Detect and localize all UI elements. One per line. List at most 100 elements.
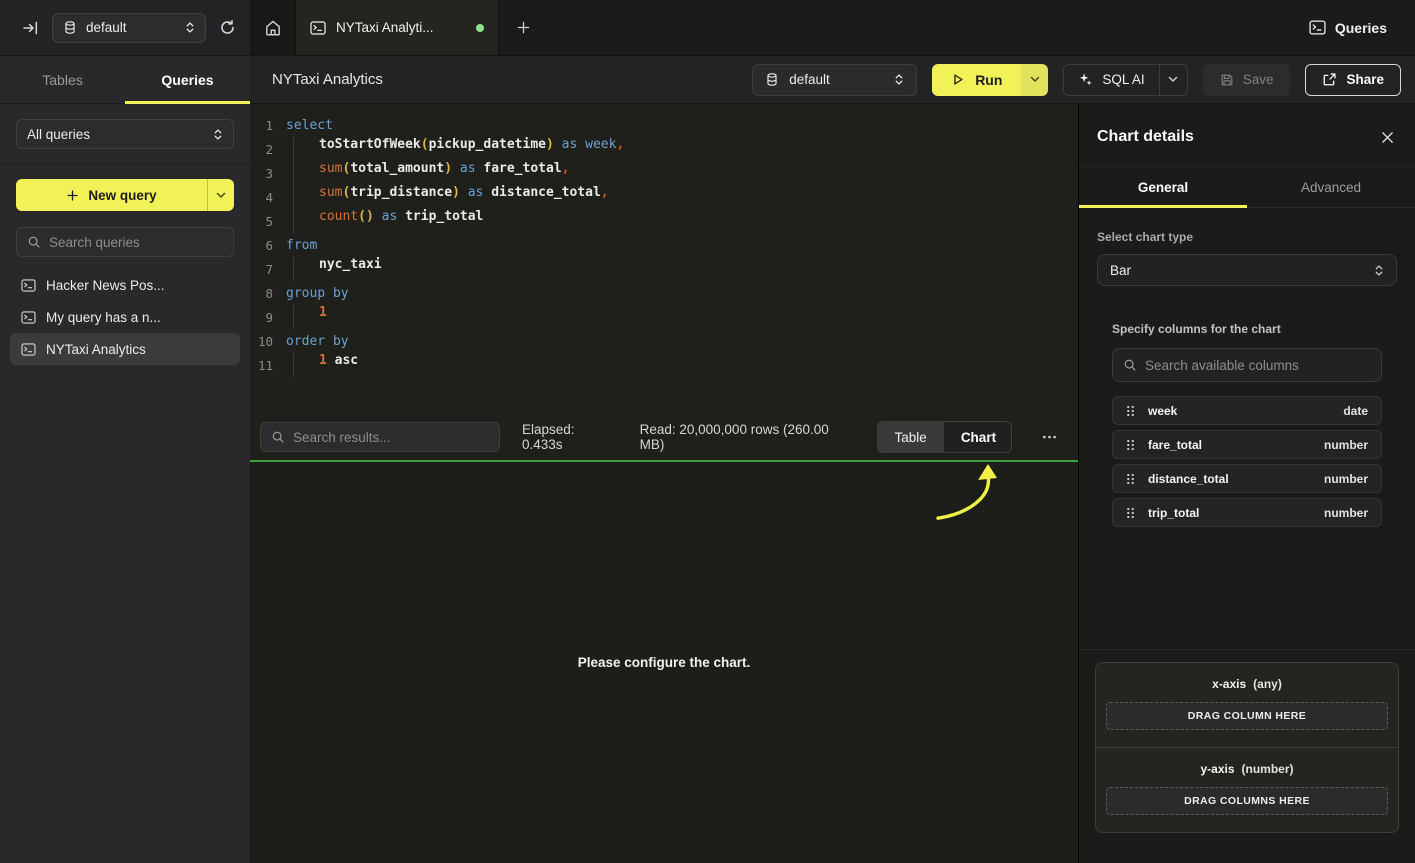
- column-row[interactable]: weekdate: [1112, 396, 1382, 425]
- tab-general[interactable]: General: [1079, 167, 1247, 207]
- new-tab-button[interactable]: [499, 0, 547, 55]
- indent-guide: [293, 161, 319, 185]
- code-line: 6from: [250, 233, 1078, 257]
- drag-handle-icon[interactable]: [1126, 405, 1135, 417]
- y-axis-dropzone[interactable]: DRAG COLUMNS HERE: [1106, 787, 1388, 815]
- code-line: 10order by: [250, 329, 1078, 353]
- columns-search[interactable]: [1112, 348, 1382, 382]
- tab-advanced[interactable]: Advanced: [1247, 167, 1415, 207]
- code-line: 3sum(total_amount) as fare_total,: [250, 161, 1078, 185]
- indent-guide: [293, 257, 319, 281]
- refresh-icon[interactable]: [219, 19, 236, 36]
- column-row[interactable]: trip_totalnumber: [1112, 498, 1382, 527]
- column-row[interactable]: fare_total number: [1112, 430, 1382, 459]
- chart-type-value: Bar: [1110, 263, 1131, 278]
- results-search-input[interactable]: [293, 430, 489, 445]
- terminal-icon: [21, 311, 36, 324]
- terminal-icon: [21, 343, 36, 356]
- share-icon: [1322, 72, 1337, 87]
- line-number: 9: [250, 310, 286, 325]
- indent-guide: [293, 209, 319, 233]
- line-number: 1: [250, 118, 286, 133]
- tab-queries[interactable]: Queries: [125, 56, 250, 103]
- line-number: 8: [250, 286, 286, 301]
- query-search-input[interactable]: [49, 235, 223, 250]
- top-bar-left: default: [0, 0, 250, 56]
- chevron-down-icon: [216, 192, 226, 199]
- run-label: Run: [975, 72, 1002, 88]
- terminal-icon: [310, 21, 326, 35]
- save-button[interactable]: Save: [1203, 64, 1291, 96]
- query-filter-select[interactable]: All queries: [16, 119, 234, 149]
- query-list-item[interactable]: Hacker News Pos...: [10, 269, 240, 301]
- plus-icon: [516, 20, 531, 35]
- chevron-down-icon: [1168, 76, 1178, 83]
- drag-handle-icon[interactable]: [1126, 507, 1135, 519]
- close-icon[interactable]: [1380, 130, 1395, 145]
- chevron-updown-icon: [1374, 264, 1384, 277]
- line-number: 3: [250, 166, 286, 181]
- results-toolbar: Elapsed: 0.433s Read: 20,000,000 rows (2…: [250, 414, 1078, 460]
- tab-tables[interactable]: Tables: [0, 56, 125, 103]
- new-query-label: New query: [88, 188, 156, 203]
- view-toggle: Table Chart: [877, 421, 1013, 453]
- code-line: 5count() as trip_total: [250, 209, 1078, 233]
- code-line: 8group by: [250, 281, 1078, 305]
- collapse-sidebar-icon[interactable]: [22, 20, 39, 36]
- column-name: fare_total: [1148, 438, 1202, 452]
- tab-nytaxi-analytics[interactable]: NYTaxi Analyti...: [296, 0, 499, 55]
- x-axis-dropzone[interactable]: DRAG COLUMN HERE: [1106, 702, 1388, 730]
- query-list-item[interactable]: NYTaxi Analytics: [10, 333, 240, 365]
- chart-type-select[interactable]: Bar: [1097, 254, 1397, 286]
- chevron-down-icon: [1030, 76, 1040, 83]
- code-line: 7nyc_taxi: [250, 257, 1078, 281]
- query-title: NYTaxi Analytics: [272, 71, 383, 88]
- code-line: 4sum(trip_distance) as distance_total,: [250, 185, 1078, 209]
- column-name: trip_total: [1148, 506, 1199, 520]
- sql-ai-dropdown[interactable]: [1159, 65, 1187, 95]
- plus-icon: [66, 189, 79, 202]
- table-view-button[interactable]: Table: [878, 422, 944, 452]
- x-axis-label: x-axis: [1212, 677, 1246, 691]
- search-icon: [1123, 358, 1137, 372]
- chart-view-button[interactable]: Chart: [944, 422, 1013, 452]
- sql-ai-button[interactable]: SQL AI: [1063, 64, 1187, 96]
- indent-guide: [293, 137, 319, 161]
- sql-editor[interactable]: 1select2toStartOfWeek(pickup_datetime) a…: [250, 104, 1078, 414]
- tab-label: NYTaxi Analyti...: [336, 20, 434, 35]
- run-button[interactable]: Run: [932, 64, 1048, 96]
- line-number: 10: [250, 334, 286, 349]
- more-options-icon[interactable]: [1034, 435, 1064, 439]
- new-query-dropdown[interactable]: [207, 179, 234, 211]
- queries-button-label: Queries: [1335, 20, 1387, 36]
- results-search[interactable]: [260, 422, 500, 452]
- column-row[interactable]: distance_totalnumber: [1112, 464, 1382, 493]
- column-type: number: [1324, 438, 1368, 452]
- columns-label: Specify columns for the chart: [1112, 322, 1382, 336]
- home-tab[interactable]: [250, 0, 296, 55]
- app-window: default NYTaxi Analyti...: [0, 0, 1415, 863]
- terminal-icon: [21, 279, 36, 292]
- chart-type-label: Select chart type: [1097, 230, 1397, 244]
- run-options-dropdown[interactable]: [1021, 64, 1048, 96]
- query-list-item-label: NYTaxi Analytics: [46, 342, 146, 357]
- drag-handle-icon[interactable]: [1126, 439, 1135, 451]
- new-query-button[interactable]: New query: [16, 179, 234, 211]
- columns-search-input[interactable]: [1145, 358, 1371, 373]
- y-axis-label: y-axis: [1200, 762, 1234, 776]
- queries-button[interactable]: Queries: [1309, 0, 1415, 55]
- sql-ai-label: SQL AI: [1102, 72, 1144, 87]
- code-line: 1select: [250, 113, 1078, 137]
- query-list-item[interactable]: My query has a n...: [10, 301, 240, 333]
- save-icon: [1220, 73, 1234, 87]
- run-database-selector[interactable]: default: [752, 64, 917, 96]
- chevron-updown-icon: [185, 21, 195, 34]
- unsaved-dot: [476, 24, 484, 32]
- query-search[interactable]: [16, 227, 234, 257]
- drag-handle-icon[interactable]: [1126, 473, 1135, 485]
- panel-title: Chart details: [1097, 128, 1194, 146]
- share-button[interactable]: Share: [1305, 64, 1401, 96]
- line-number: 2: [250, 142, 286, 157]
- chevron-updown-icon: [213, 128, 223, 141]
- database-selector[interactable]: default: [52, 13, 206, 43]
